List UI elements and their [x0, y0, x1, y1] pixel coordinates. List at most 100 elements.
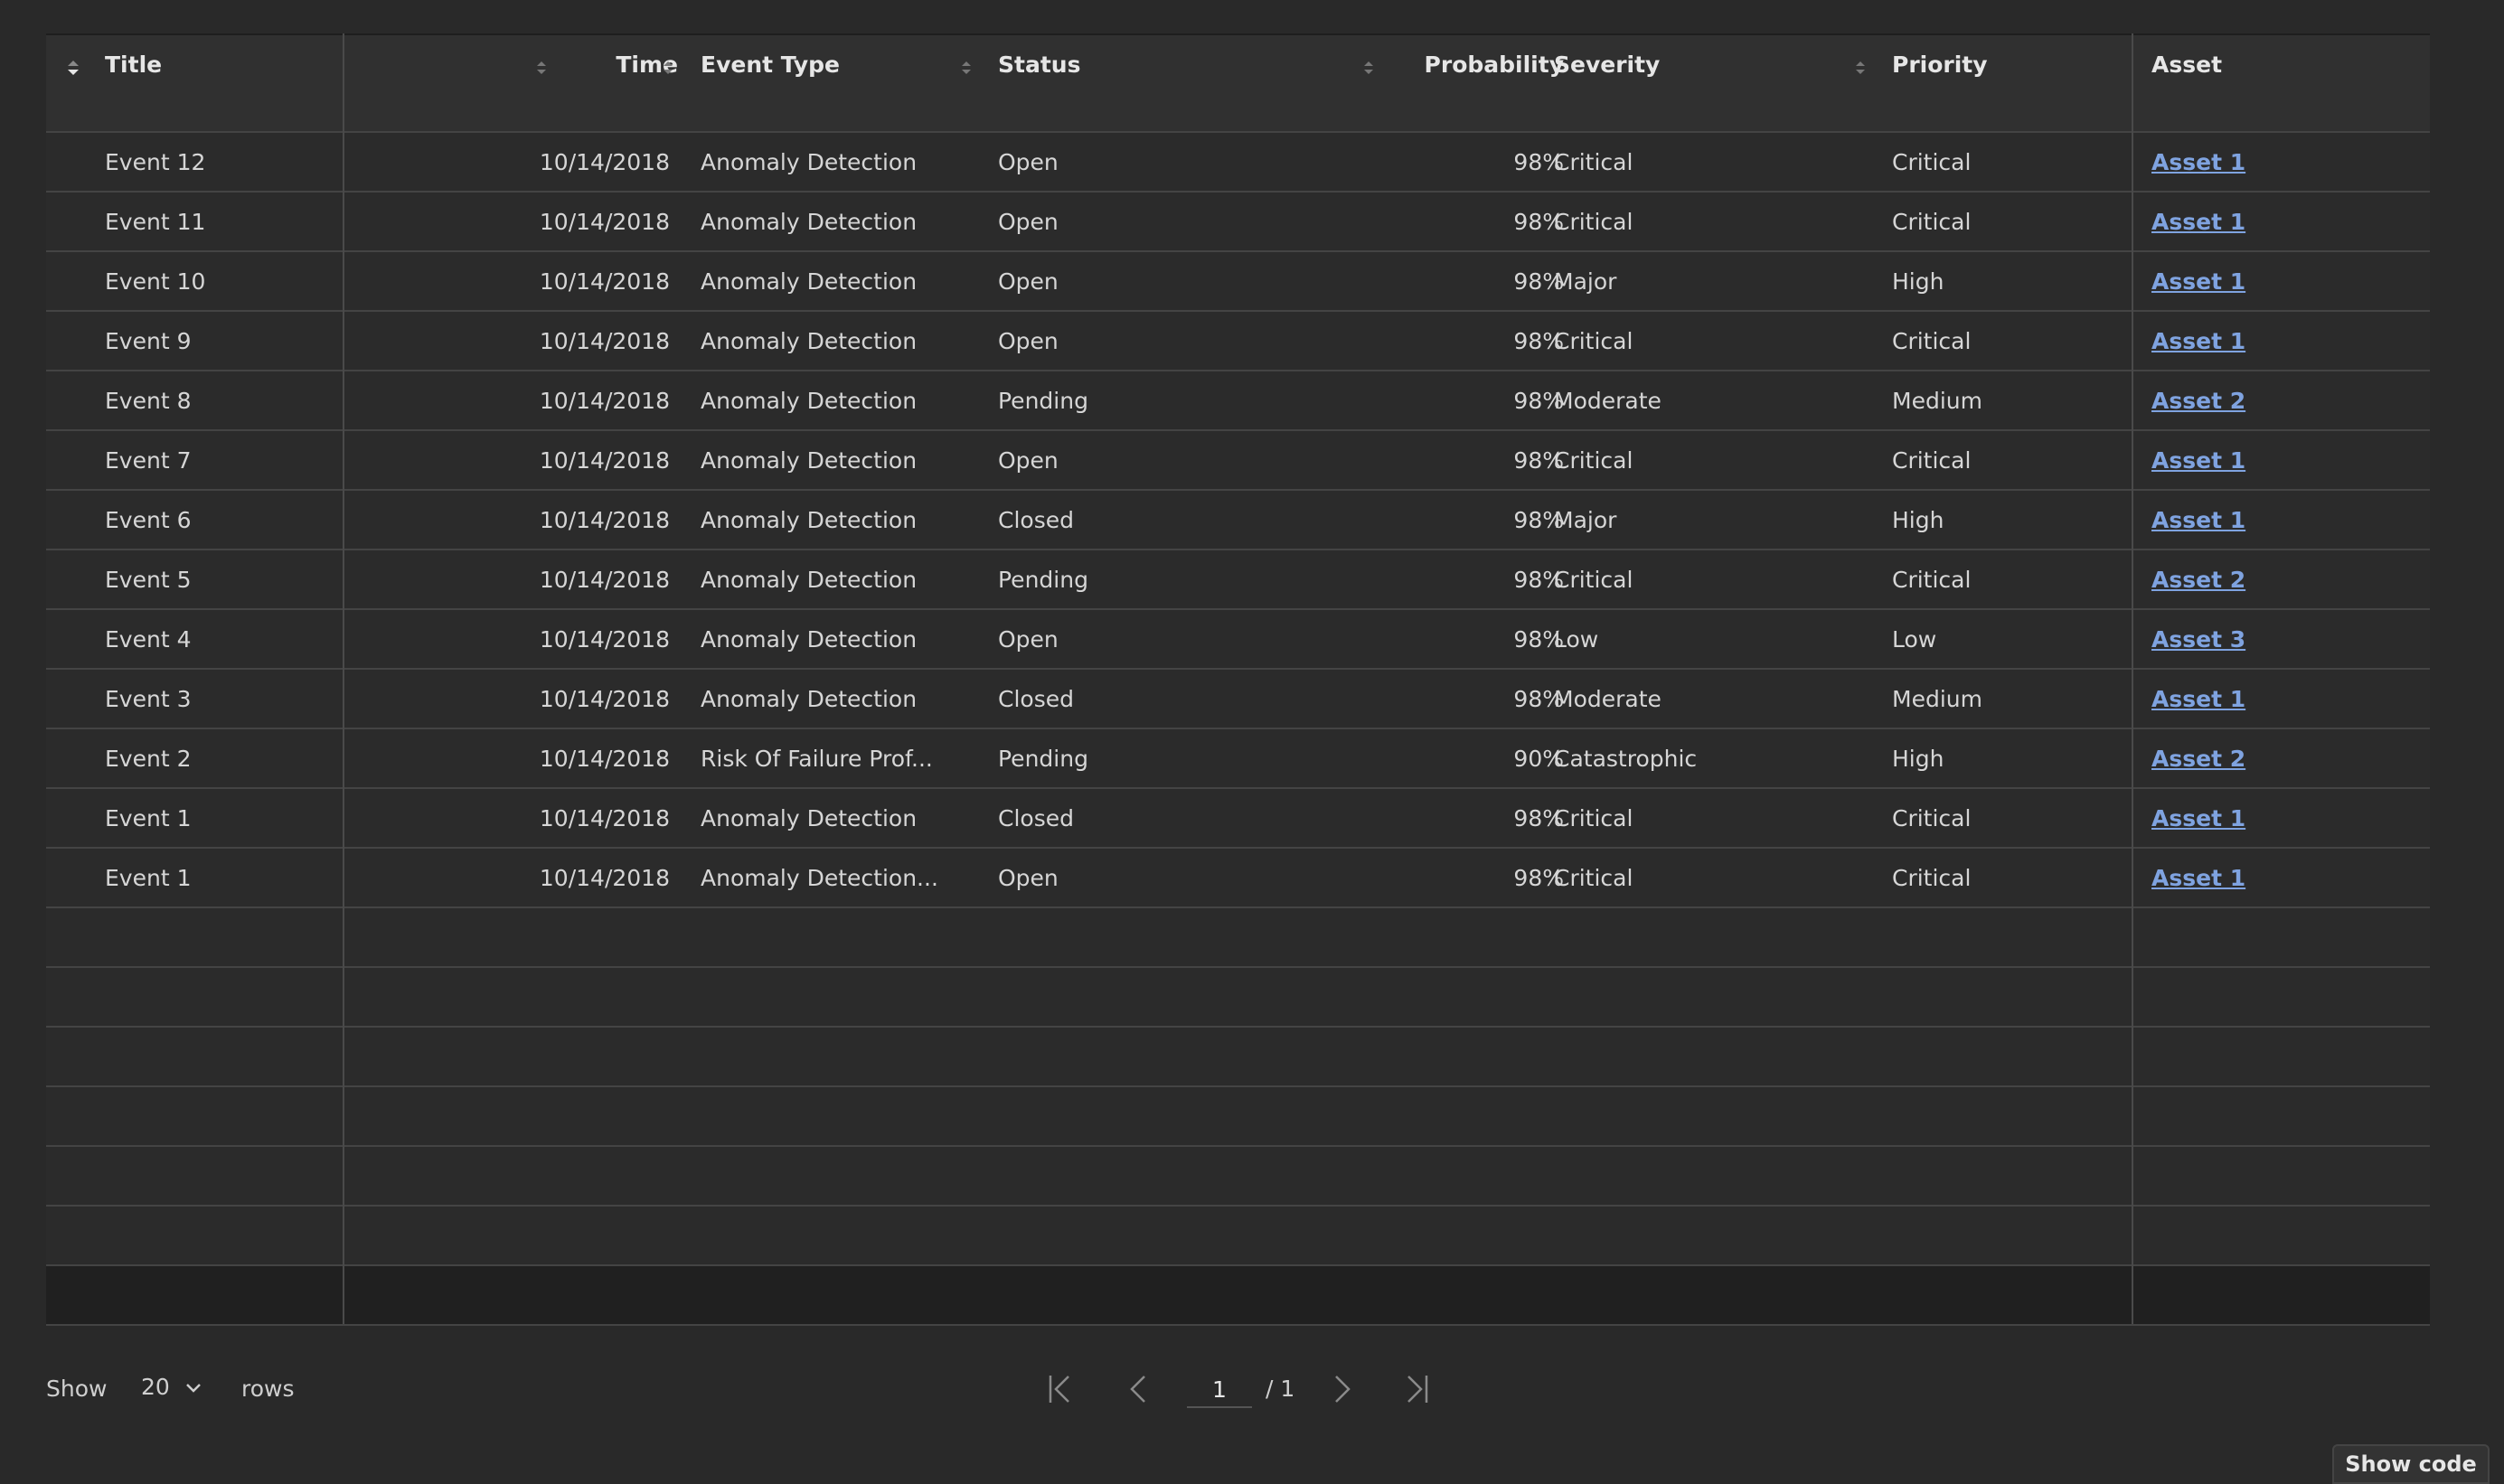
header-title[interactable]: Title — [105, 35, 162, 131]
table-row[interactable]: Event 8 10/14/2018 Anomaly Detection Pendin… — [46, 371, 2430, 431]
asset-link[interactable]: Asset 2 — [2151, 746, 2245, 772]
sort-icon[interactable] — [1854, 57, 1867, 79]
table-row[interactable]: Event 7 10/14/2018 Anomaly Detection Open 98… — [46, 431, 2430, 491]
cell-severity: Critical — [1554, 446, 1633, 474]
cell-asset: Asset 2 — [2151, 371, 2245, 429]
table-row[interactable]: Event 3 10/14/2018 Anomaly Detection Closed… — [46, 670, 2430, 729]
previous-page-icon[interactable] — [1125, 1374, 1153, 1404]
cell-probability: 98% — [1513, 685, 1564, 712]
cell-title: Event 1 — [105, 864, 192, 891]
asset-link[interactable]: Asset 1 — [2151, 805, 2245, 831]
cell-event-type: Anomaly Detection — [701, 148, 918, 175]
cell-time: 10/14/2018 — [539, 685, 670, 712]
sort-icon[interactable] — [662, 57, 674, 79]
cell-asset: Asset 2 — [2151, 729, 2245, 787]
header-time[interactable]: Time — [390, 35, 678, 131]
cell-asset: Asset 1 — [2151, 312, 2245, 370]
cell-title: Event 12 — [105, 148, 206, 175]
show-label: Show — [46, 1376, 108, 1402]
cell-title: Event 9 — [105, 327, 192, 354]
cell-status: Closed — [998, 804, 1074, 831]
asset-link[interactable]: Asset 2 — [2151, 567, 2245, 593]
header-asset[interactable]: Asset — [2151, 35, 2222, 131]
cell-priority: High — [1892, 268, 1944, 295]
cell-priority: High — [1892, 745, 1944, 772]
cell-severity: Low — [1554, 625, 1599, 653]
asset-link[interactable]: Asset 1 — [2151, 447, 2245, 474]
cell-priority: Medium — [1892, 387, 1982, 414]
cell-title: Event 10 — [105, 268, 206, 295]
table-row[interactable]: Event 9 10/14/2018 Anomaly Detection Open 98… — [46, 312, 2430, 371]
first-page-icon[interactable] — [1047, 1374, 1076, 1404]
page-number-input[interactable]: 1 — [1187, 1365, 1252, 1408]
cell-severity: Critical — [1554, 208, 1633, 235]
table-row[interactable]: Event 6 10/14/2018 Anomaly Detection Closed… — [46, 491, 2430, 550]
cell-title: Event 5 — [105, 566, 192, 593]
cell-title: Event 3 — [105, 685, 192, 712]
next-page-icon[interactable] — [1327, 1374, 1356, 1404]
cell-priority: Critical — [1892, 566, 1972, 593]
cell-title: Event 8 — [105, 387, 192, 414]
empty-row — [46, 1087, 2430, 1147]
cell-status: Pending — [998, 387, 1088, 414]
cell-event-type: Anomaly Detection — [701, 804, 918, 831]
header-probability[interactable]: Probability — [1357, 35, 1564, 131]
cell-time: 10/14/2018 — [539, 387, 670, 414]
show-code-button[interactable]: Show code — [2332, 1444, 2490, 1484]
sort-descending-icon[interactable] — [66, 57, 80, 79]
cell-probability: 98% — [1513, 804, 1564, 831]
rows-per-page-select[interactable]: 20 — [141, 1374, 202, 1400]
asset-link[interactable]: Asset 1 — [2151, 507, 2245, 533]
table-row[interactable]: Event 5 10/14/2018 Anomaly Detection Pendin… — [46, 550, 2430, 610]
header-event-type[interactable]: Event Type — [701, 35, 840, 131]
header-status[interactable]: Status — [998, 35, 1080, 131]
sort-icon[interactable] — [960, 57, 973, 79]
cell-severity: Moderate — [1554, 685, 1661, 712]
cell-priority: Critical — [1892, 327, 1972, 354]
table-row[interactable]: Event 1 10/14/2018 Anomaly Detection Closed… — [46, 789, 2430, 849]
empty-row — [46, 1147, 2430, 1207]
asset-link[interactable]: Asset 1 — [2151, 328, 2245, 354]
cell-probability: 98% — [1513, 864, 1564, 891]
cell-severity: Critical — [1554, 566, 1633, 593]
asset-link[interactable]: Asset 1 — [2151, 209, 2245, 235]
header-priority[interactable]: Priority — [1892, 35, 1988, 131]
empty-row — [46, 1028, 2430, 1087]
table-row[interactable]: Event 1 10/14/2018 Anomaly Detection... Ope… — [46, 849, 2430, 908]
cell-event-type: Anomaly Detection — [701, 268, 918, 295]
cell-severity: Moderate — [1554, 387, 1661, 414]
cell-title: Event 7 — [105, 446, 192, 474]
asset-link[interactable]: Asset 3 — [2151, 626, 2245, 653]
total-pages: / 1 — [1266, 1376, 1295, 1402]
table-row[interactable]: Event 12 10/14/2018 Anomaly Detection Open 9… — [46, 133, 2430, 193]
rows-per-page-value: 20 — [141, 1374, 170, 1400]
table-footer — [46, 1266, 2430, 1326]
last-page-icon[interactable] — [1401, 1374, 1430, 1404]
cell-asset: Asset 1 — [2151, 849, 2245, 906]
table-row[interactable]: Event 2 10/14/2018 Risk Of Failure Prof...… — [46, 729, 2430, 789]
cell-asset: Asset 1 — [2151, 252, 2245, 310]
asset-link[interactable]: Asset 1 — [2151, 149, 2245, 175]
cell-probability: 98% — [1513, 148, 1564, 175]
asset-link[interactable]: Asset 1 — [2151, 268, 2245, 295]
cell-event-type: Anomaly Detection — [701, 625, 918, 653]
cell-priority: Critical — [1892, 208, 1972, 235]
asset-link[interactable]: Asset 1 — [2151, 865, 2245, 891]
column-divider — [343, 33, 344, 1324]
asset-link[interactable]: Asset 2 — [2151, 388, 2245, 414]
column-divider — [2132, 33, 2133, 1324]
table-row[interactable]: Event 4 10/14/2018 Anomaly Detection Open 98… — [46, 610, 2430, 670]
cell-status: Open — [998, 864, 1059, 891]
cell-severity: Critical — [1554, 804, 1633, 831]
header-severity[interactable]: Severity — [1554, 35, 1660, 131]
table-row[interactable]: Event 11 10/14/2018 Anomaly Detection Open 9… — [46, 193, 2430, 252]
table-row[interactable]: Event 10 10/14/2018 Anomaly Detection Open 9… — [46, 252, 2430, 312]
chevron-down-icon — [184, 1374, 202, 1400]
asset-link[interactable]: Asset 1 — [2151, 686, 2245, 712]
cell-time: 10/14/2018 — [539, 148, 670, 175]
cell-severity: Critical — [1554, 148, 1633, 175]
cell-asset: Asset 1 — [2151, 133, 2245, 191]
cell-status: Closed — [998, 685, 1074, 712]
cell-event-type: Anomaly Detection — [701, 566, 918, 593]
cell-probability: 98% — [1513, 446, 1564, 474]
